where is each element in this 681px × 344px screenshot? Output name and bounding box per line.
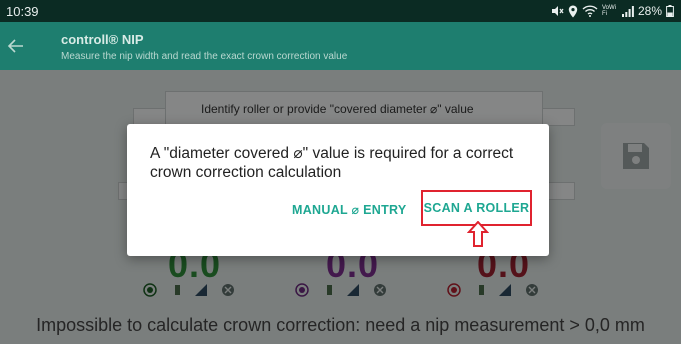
manual-entry-button[interactable]: MANUAL ⌀ ENTRY	[292, 202, 407, 217]
arrow-left-icon[interactable]	[7, 37, 25, 55]
mute-icon	[551, 6, 564, 16]
battery-icon	[666, 5, 674, 17]
status-bar: 10:39 VoWiFi 28%	[0, 0, 681, 22]
app-subtitle: Measure the nip width and read the exact…	[61, 51, 348, 62]
battery-percent: 28%	[637, 4, 662, 18]
signal-icon	[621, 5, 634, 17]
arrow-up-icon	[467, 221, 489, 247]
status-icons: VoWiFi 28%	[551, 4, 674, 18]
app-bar: controll® NIP Measure the nip width and …	[0, 22, 681, 70]
wifi-icon	[582, 5, 598, 17]
location-icon	[568, 5, 578, 17]
diameter-required-dialog: A "diameter covered ⌀" value is required…	[127, 124, 549, 256]
dialog-message: A "diameter covered ⌀" value is required…	[150, 145, 514, 181]
vowifi-label: VoWiFi	[601, 5, 616, 17]
status-time: 10:39	[6, 3, 39, 19]
app-title: controll® NIP	[61, 32, 144, 47]
